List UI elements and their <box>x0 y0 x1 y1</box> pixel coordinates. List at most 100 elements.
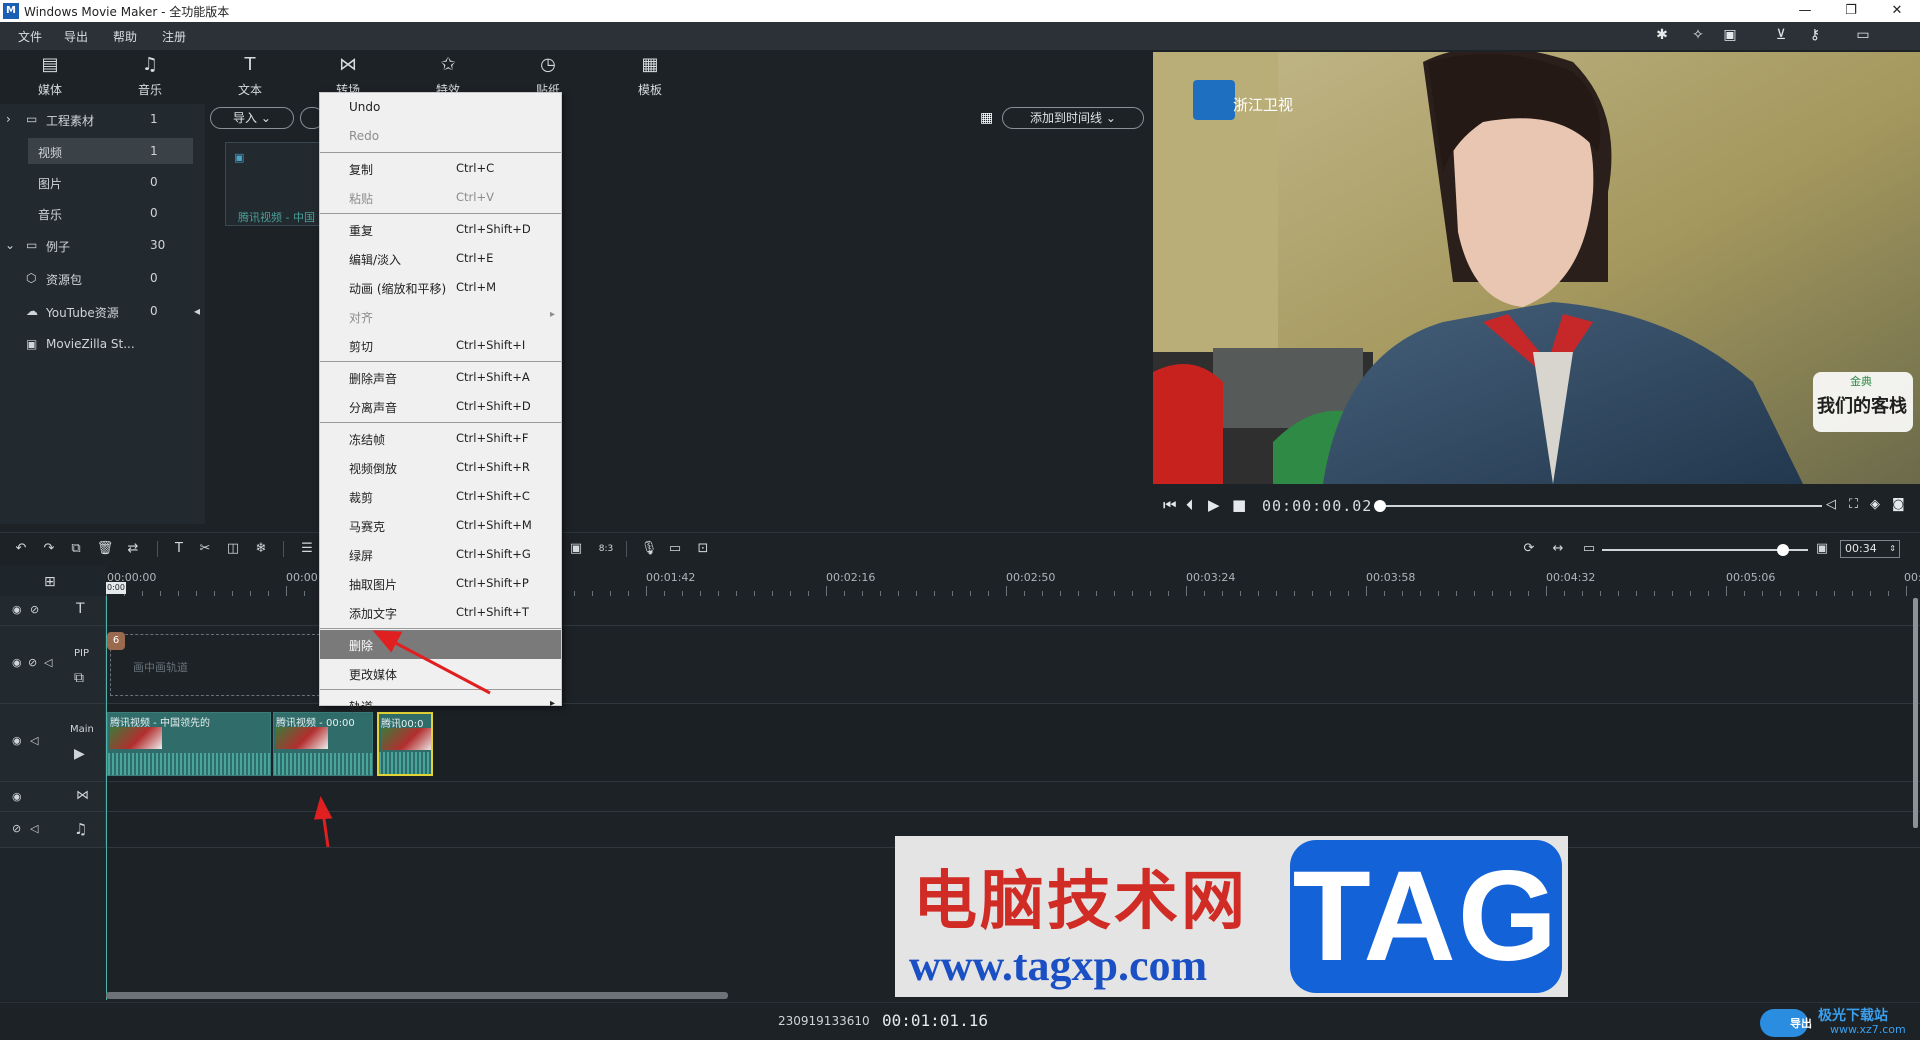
text-tool-icon[interactable]: T <box>170 541 188 557</box>
save-icon[interactable]: ▣ <box>1720 27 1740 45</box>
zoom-out-icon[interactable]: ▭ <box>1580 541 1598 557</box>
speaker-icon[interactable]: ◁ <box>30 734 38 747</box>
context-menu-item[interactable]: 绿屏 Ctrl+Shift+G <box>320 540 561 569</box>
play-icon[interactable]: ▶ <box>1208 496 1220 514</box>
eye-icon[interactable]: ◉ <box>12 656 22 669</box>
eye-icon[interactable]: ◉ <box>12 603 22 616</box>
tree-item-image[interactable]: 图片 0 <box>0 167 205 197</box>
context-menu-item[interactable]: 删除 <box>320 630 561 659</box>
import-button[interactable]: 导入 ⌄ <box>210 107 294 129</box>
preview-progress-track[interactable] <box>1374 500 1822 512</box>
fit-width-icon[interactable]: ↔ <box>1549 541 1567 557</box>
context-menu-item[interactable]: 复制 Ctrl+C <box>320 154 561 183</box>
stop-icon[interactable]: ■ <box>1232 496 1246 514</box>
step-back-icon[interactable]: ⏴ <box>1186 496 1194 514</box>
menu-export[interactable]: 导出 <box>64 28 88 45</box>
context-menu-item[interactable]: 分离声音 Ctrl+Shift+D <box>320 392 561 421</box>
tree-item-music[interactable]: 音乐 0 <box>0 198 205 228</box>
export-label[interactable]: 导出 <box>1790 1015 1812 1031</box>
microphone-icon[interactable]: 🎙 <box>640 541 658 557</box>
volume-icon[interactable]: ◁ <box>1826 497 1836 512</box>
playhead-line[interactable] <box>106 596 107 1000</box>
scissors-icon[interactable]: ✂ <box>196 541 214 557</box>
key-icon[interactable]: ⚷ <box>1805 27 1825 45</box>
undo-icon[interactable]: ↶ <box>12 541 30 557</box>
link-icon[interactable]: ⊘ <box>12 822 21 835</box>
eye-icon[interactable]: ◉ <box>12 734 22 747</box>
hint-icon[interactable]: ✱ <box>1652 27 1672 45</box>
collapse-arrow-icon[interactable]: ◂ <box>194 304 200 318</box>
zoom-in-icon[interactable]: ▣ <box>1813 541 1831 557</box>
tab-text[interactable]: T 文本 <box>200 50 300 102</box>
tree-item-video[interactable]: 视频 1 <box>0 136 205 166</box>
context-menu-item[interactable]: 冻结帧 Ctrl+Shift+F <box>320 424 561 453</box>
screen-record-icon[interactable]: ⊡ <box>694 541 712 557</box>
timeline-clip[interactable]: 腾讯视频 - 00:00 <box>273 712 373 776</box>
context-menu-item[interactable]: 轨道 ▸ <box>320 691 561 720</box>
context-menu-item[interactable]: Undo <box>320 93 561 122</box>
menu-register[interactable]: 注册 <box>162 28 186 45</box>
playhead-label[interactable]: 0:00 <box>106 582 126 594</box>
context-menu-item[interactable]: 编辑/淡入 Ctrl+E <box>320 244 561 273</box>
context-menu-item[interactable]: 更改媒体 <box>320 659 561 688</box>
replace-icon[interactable]: ⇄ <box>124 541 142 557</box>
redo-icon[interactable]: ↷ <box>40 541 58 557</box>
zoom-value-field[interactable]: 00:34 ⇕ <box>1840 540 1900 558</box>
timeline-clip[interactable]: 腾讯视频 - 中国领先的 <box>107 712 271 776</box>
add-track-icon[interactable]: ⊞ <box>44 574 56 590</box>
tree-item-resource-pack[interactable]: ⬡ 资源包 0 <box>0 263 205 293</box>
camera-icon[interactable]: ▭ <box>666 541 684 557</box>
eye-icon[interactable]: ◉ <box>12 790 22 803</box>
fullscreen-icon[interactable]: ⛶ <box>1849 497 1858 512</box>
context-menu-item[interactable]: 视频倒放 Ctrl+Shift+R <box>320 453 561 482</box>
tree-item-youtube[interactable]: ☁ YouTube资源 0 ◂ <box>0 296 205 326</box>
tree-item-project[interactable]: › ▭ 工程素材 1 <box>0 104 205 134</box>
skip-back-icon[interactable]: ⏮ <box>1163 496 1177 514</box>
fill-icon[interactable]: ◈ <box>1870 497 1880 512</box>
spinner-icon[interactable]: ⇕ <box>1889 541 1896 557</box>
mosaic-icon[interactable]: ▣ <box>567 541 585 557</box>
tab-media[interactable]: ▤ 媒体 <box>0 50 100 102</box>
snapshot-icon[interactable]: ◙ <box>1892 497 1905 512</box>
aspect-ratio-icon[interactable]: ▭ <box>1848 27 1878 45</box>
freeze-icon[interactable]: ❄ <box>252 541 270 557</box>
timeline-clip-selected[interactable]: 腾讯00:0 <box>377 712 433 776</box>
context-menu-item[interactable]: 添加文字 Ctrl+Shift+T <box>320 598 561 627</box>
horizontal-scrollbar[interactable] <box>106 992 728 999</box>
speaker-icon[interactable]: ◁ <box>30 822 38 835</box>
close-icon[interactable]: ✕ <box>1874 0 1920 22</box>
video-preview[interactable]: 浙江卫视 金典 我们的客栈 <box>1153 52 1920 484</box>
minimize-icon[interactable]: — <box>1782 0 1828 22</box>
list-icon[interactable]: ☰ <box>298 541 316 557</box>
context-menu-item[interactable]: 删除声音 Ctrl+Shift+A <box>320 363 561 392</box>
restore-icon[interactable]: ❐ <box>1828 0 1874 22</box>
add-to-timeline-button[interactable]: 添加到时间线 ⌄ <box>1002 107 1144 129</box>
delete-icon[interactable]: 🗑 <box>96 541 114 557</box>
copy-icon[interactable]: ⧉ <box>67 541 85 557</box>
tab-template[interactable]: ▦ 模板 <box>600 50 700 102</box>
split-icon[interactable]: ◫ <box>224 541 242 557</box>
spark-icon[interactable]: ✧ <box>1688 27 1708 45</box>
preview-progress-knob[interactable] <box>1374 500 1386 512</box>
tree-item-moviezilla[interactable]: ▣ MovieZilla St... <box>0 329 205 359</box>
context-menu-item[interactable]: 动画 (缩放和平移) Ctrl+M <box>320 273 561 302</box>
tree-item-examples[interactable]: ⌄ ▭ 例子 30 <box>0 230 205 260</box>
tab-music[interactable]: ♫ 音乐 <box>100 50 200 102</box>
link-icon[interactable]: ⊘ <box>28 656 37 669</box>
link-icon[interactable]: ⊘ <box>30 603 39 616</box>
context-menu-item[interactable]: 裁剪 Ctrl+Shift+C <box>320 482 561 511</box>
context-menu-item[interactable]: 重复 Ctrl+Shift+D <box>320 215 561 244</box>
cart-icon[interactable]: ⊻ <box>1771 27 1791 45</box>
context-menu-item[interactable]: 抽取图片 Ctrl+Shift+P <box>320 569 561 598</box>
pip-placeholder[interactable]: 画中画轨道 <box>110 634 320 696</box>
context-menu-item[interactable]: 马赛克 Ctrl+Shift+M <box>320 511 561 540</box>
zoom-slider-track[interactable] <box>1602 544 1808 556</box>
grid-view-icon[interactable]: ▦ <box>980 111 994 125</box>
menu-file[interactable]: 文件 <box>18 28 42 45</box>
speaker-icon[interactable]: ◁ <box>44 656 52 669</box>
vertical-scrollbar[interactable] <box>1913 598 1918 828</box>
refresh-icon[interactable]: ⟳ <box>1520 541 1538 557</box>
menu-help[interactable]: 帮助 <box>113 28 137 45</box>
context-menu-item[interactable]: 剪切 Ctrl+Shift+I <box>320 331 561 360</box>
resolution-icon[interactable]: 8:3 <box>597 541 615 557</box>
